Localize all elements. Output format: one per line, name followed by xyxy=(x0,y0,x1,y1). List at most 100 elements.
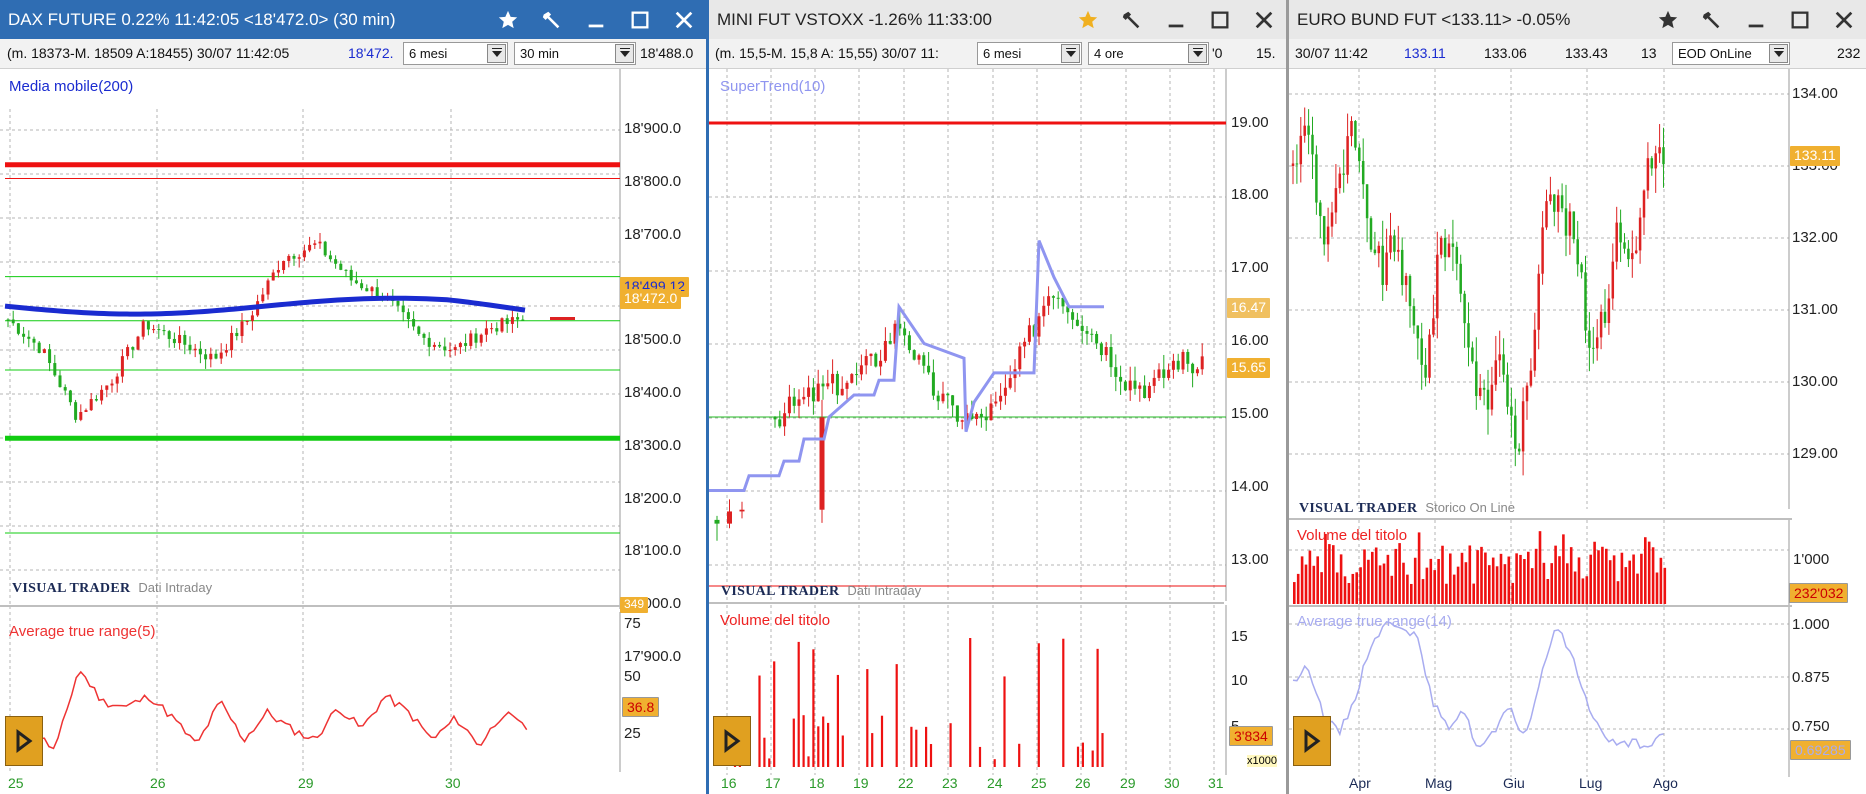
volume-bar xyxy=(1371,551,1374,604)
info-right-value: 18'488.0 xyxy=(640,45,694,61)
axis-label: 29 xyxy=(298,775,314,791)
info-fourth: 13 xyxy=(1641,45,1657,61)
window-divider[interactable] xyxy=(1286,0,1289,794)
vstoxx-price-chart[interactable] xyxy=(709,69,1286,609)
vstoxx-candle xyxy=(797,399,801,406)
axis-label: 13.00 xyxy=(1231,551,1269,568)
star-icon[interactable] xyxy=(1066,0,1110,39)
volume-bar xyxy=(1324,533,1327,604)
bund-candle xyxy=(1634,250,1638,254)
vstoxx-volume-chart[interactable] xyxy=(709,605,1286,775)
dax-candle xyxy=(188,344,192,351)
pane-divider[interactable] xyxy=(0,605,620,607)
hammer-icon[interactable] xyxy=(1690,0,1734,39)
bund-candle xyxy=(1451,243,1455,247)
maximize-icon[interactable] xyxy=(618,0,662,39)
close-icon[interactable] xyxy=(1822,0,1866,39)
axis-label: 17 xyxy=(765,775,781,791)
close-icon[interactable] xyxy=(1242,0,1286,39)
hammer-icon[interactable] xyxy=(1110,0,1154,39)
star-icon[interactable] xyxy=(486,0,530,39)
info-low: 133.06 xyxy=(1484,45,1527,61)
vstoxx-candle xyxy=(903,328,907,336)
bund-price-chart[interactable] xyxy=(1289,69,1866,519)
volume-bar xyxy=(895,664,898,767)
dax-candle xyxy=(115,376,119,384)
volume-bar xyxy=(1363,549,1366,604)
dax-candle xyxy=(16,323,20,334)
axis-label: 18'300.0 xyxy=(624,436,682,454)
info-range: (m. 15,5-M. 15,8 A: 15,55) 30/07 11: xyxy=(715,45,939,61)
bund-candle xyxy=(1315,154,1318,203)
dropdown-arrow-icon[interactable] xyxy=(1769,44,1788,63)
vstoxx-candle xyxy=(1051,296,1055,298)
vstoxx-candle xyxy=(778,419,782,427)
play-button[interactable] xyxy=(713,716,751,766)
play-button[interactable] xyxy=(1293,716,1331,766)
close-icon[interactable] xyxy=(662,0,706,39)
window-divider[interactable] xyxy=(706,0,709,794)
volume-bar xyxy=(1018,743,1021,767)
dax-candle xyxy=(157,329,161,331)
volume-bar xyxy=(1359,567,1362,604)
dax-candle xyxy=(365,288,369,292)
play-button[interactable] xyxy=(5,716,43,766)
dropdown-arrow-icon[interactable] xyxy=(1061,44,1080,63)
bund-candle xyxy=(1533,329,1537,371)
bund-title-bar[interactable]: EURO BUND FUT <133.11> -0.05% xyxy=(1289,0,1866,39)
hammer-icon[interactable] xyxy=(530,0,574,39)
dax-candle xyxy=(32,338,36,343)
vstoxx-info-bar: (m. 15,5-M. 15,8 A: 15,55) 30/07 11: 6 m… xyxy=(709,39,1286,69)
bund-candle xyxy=(1541,227,1544,274)
vstoxx-candle xyxy=(1147,385,1151,399)
dax-candle xyxy=(505,318,509,324)
dax-candle xyxy=(443,346,447,351)
dax-candle xyxy=(328,255,332,260)
volume-bar xyxy=(1480,546,1483,604)
dropdown-arrow-icon[interactable] xyxy=(1188,44,1207,63)
source-select[interactable]: EOD OnLine xyxy=(1672,42,1790,65)
vstoxx-candle xyxy=(1003,387,1007,396)
dax-title-bar[interactable]: DAX FUTURE 0.22% 11:42:05 <18'472.0> (30… xyxy=(0,0,706,39)
maximize-icon[interactable] xyxy=(1778,0,1822,39)
axis-label: 10 xyxy=(1231,672,1248,689)
volume-bar xyxy=(1355,572,1358,604)
pane-divider[interactable] xyxy=(709,602,1224,604)
bund-atr-chart[interactable] xyxy=(1289,607,1866,777)
minimize-icon[interactable] xyxy=(574,0,618,39)
interval-select[interactable]: 4 ore xyxy=(1088,42,1209,65)
range-select[interactable]: 6 mesi xyxy=(977,42,1082,65)
range-select[interactable]: 6 mesi xyxy=(403,42,508,65)
volume-bar xyxy=(817,726,820,767)
dropdown-arrow-icon[interactable] xyxy=(615,44,634,63)
vstoxx-candle xyxy=(1027,325,1031,342)
bund-candle xyxy=(1303,125,1306,136)
dax-candle xyxy=(516,317,520,320)
minimize-icon[interactable] xyxy=(1734,0,1778,39)
axis-label: 129.00 xyxy=(1792,445,1838,462)
maximize-icon[interactable] xyxy=(1198,0,1242,39)
volume-bar xyxy=(1468,545,1472,604)
volume-bar xyxy=(758,675,761,767)
volume-bar xyxy=(1296,573,1300,604)
minimize-icon[interactable] xyxy=(1154,0,1198,39)
axis-label: 0.750 xyxy=(1792,718,1830,735)
volume-bar xyxy=(1425,567,1429,604)
vstoxx-candle xyxy=(955,405,959,422)
dax-candle xyxy=(396,301,400,306)
volume-bar xyxy=(1581,578,1585,604)
dax-price-chart[interactable] xyxy=(0,69,706,609)
vstoxx-candle xyxy=(883,340,887,361)
bund-candle xyxy=(1416,325,1420,339)
dax-candle xyxy=(313,243,317,245)
vstoxx-title-bar[interactable]: MINI FUT VSTOXX -1.26% 11:33:00 xyxy=(709,0,1286,39)
bund-candle xyxy=(1662,147,1665,165)
star-icon[interactable] xyxy=(1646,0,1690,39)
dax-candle xyxy=(224,350,228,353)
dropdown-arrow-icon[interactable] xyxy=(487,44,506,63)
bund-candle xyxy=(1393,235,1396,252)
bund-candle xyxy=(1642,190,1646,218)
dax-candle xyxy=(370,287,374,292)
volume-bar xyxy=(1413,557,1417,604)
interval-select[interactable]: 30 min xyxy=(514,42,636,65)
